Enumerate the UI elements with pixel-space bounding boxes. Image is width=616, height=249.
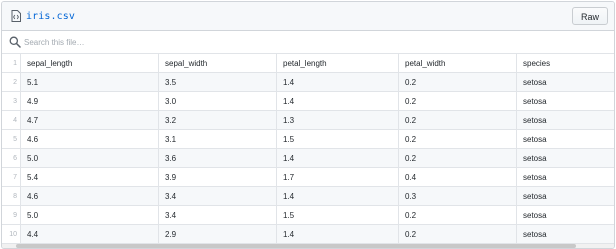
table-row: 10 4.4 2.9 1.4 0.2 setosa — [2, 224, 614, 244]
search-icon — [9, 36, 21, 48]
table-cell: 1.5 — [276, 129, 399, 149]
table-row: 7 5.4 3.9 1.7 0.4 setosa — [2, 167, 614, 187]
table-cell: setosa — [516, 224, 614, 244]
table-cell: 4.4 — [20, 224, 159, 244]
table-cell: setosa — [516, 148, 614, 168]
table-cell: 0.2 — [398, 91, 517, 111]
table-cell: 4.7 — [20, 110, 159, 130]
table-row: 2 5.1 3.5 1.4 0.2 setosa — [2, 72, 614, 92]
line-number[interactable]: 3 — [2, 91, 21, 111]
table-row: 5 4.6 3.1 1.5 0.2 setosa — [2, 129, 614, 149]
raw-button[interactable]: Raw — [571, 7, 608, 25]
table-cell: 0.2 — [398, 129, 517, 149]
table-cell: 3.1 — [158, 129, 277, 149]
line-number[interactable]: 1 — [2, 54, 21, 73]
table-cell: setosa — [516, 205, 614, 225]
line-number[interactable]: 10 — [2, 224, 21, 244]
table-cell: setosa — [516, 129, 614, 149]
table-cell: 3.5 — [158, 72, 277, 92]
column-header-sepal-length: sepal_length — [20, 54, 159, 73]
search-input[interactable] — [24, 37, 324, 47]
table-cell: 3.6 — [158, 148, 277, 168]
table-row: 8 4.6 3.4 1.4 0.3 setosa — [2, 186, 614, 206]
table-cell: 2.9 — [158, 224, 277, 244]
scrollbar-thumb[interactable] — [16, 244, 576, 248]
table-cell: setosa — [516, 167, 614, 187]
file-header: iris.csv Raw — [2, 2, 614, 31]
table-cell: 3.0 — [158, 91, 277, 111]
table-cell: 0.2 — [398, 72, 517, 92]
table-cell: 1.4 — [276, 148, 399, 168]
table-cell: setosa — [516, 91, 614, 111]
table-row: 9 5.0 3.4 1.5 0.2 setosa — [2, 205, 614, 225]
table-cell: 0.2 — [398, 110, 517, 130]
table-cell: setosa — [516, 186, 614, 206]
table-cell: 0.3 — [398, 186, 517, 206]
table-cell: setosa — [516, 110, 614, 130]
table-cell: 3.9 — [158, 167, 277, 187]
column-header-sepal-width: sepal_width — [158, 54, 277, 73]
table-cell: 0.2 — [398, 148, 517, 168]
file-viewer: iris.csv Raw 1 sepal_length sepal_width … — [1, 1, 615, 249]
table-cell: 4.9 — [20, 91, 159, 111]
table-cell: 1.7 — [276, 167, 399, 187]
line-number[interactable]: 4 — [2, 110, 21, 130]
table-cell: 1.4 — [276, 91, 399, 111]
table-row: 4 4.7 3.2 1.3 0.2 setosa — [2, 110, 614, 130]
line-number[interactable]: 5 — [2, 129, 21, 149]
line-number[interactable]: 8 — [2, 186, 21, 206]
table-cell: 4.6 — [20, 186, 159, 206]
file-name[interactable]: iris.csv — [26, 11, 75, 22]
file-code-icon — [11, 10, 21, 22]
column-header-petal-width: petal_width — [398, 54, 517, 73]
table-header-row: 1 sepal_length sepal_width petal_length … — [2, 54, 614, 73]
table-cell: 0.2 — [398, 205, 517, 225]
table-cell: 5.1 — [20, 72, 159, 92]
table-cell: 3.4 — [158, 205, 277, 225]
column-header-petal-length: petal_length — [276, 54, 399, 73]
line-number[interactable]: 2 — [2, 72, 21, 92]
table-cell: 3.4 — [158, 186, 277, 206]
table-cell: setosa — [516, 72, 614, 92]
table-cell: 5.4 — [20, 167, 159, 187]
table-cell: 0.2 — [398, 224, 517, 244]
table-cell: 1.3 — [276, 110, 399, 130]
search-bar — [2, 31, 614, 54]
table-cell: 4.6 — [20, 129, 159, 149]
table-row: 3 4.9 3.0 1.4 0.2 setosa — [2, 91, 614, 111]
table-cell: 1.4 — [276, 186, 399, 206]
table-cell: 1.4 — [276, 224, 399, 244]
line-number[interactable]: 9 — [2, 205, 21, 225]
horizontal-scrollbar[interactable] — [2, 244, 614, 248]
line-number[interactable]: 6 — [2, 148, 21, 168]
table-cell: 1.5 — [276, 205, 399, 225]
column-header-species: species — [516, 54, 614, 73]
table-cell: 3.2 — [158, 110, 277, 130]
table-row: 6 5.0 3.6 1.4 0.2 setosa — [2, 148, 614, 168]
table-cell: 0.4 — [398, 167, 517, 187]
table-cell: 5.0 — [20, 148, 159, 168]
table-cell: 5.0 — [20, 205, 159, 225]
line-number[interactable]: 7 — [2, 167, 21, 187]
csv-table: 1 sepal_length sepal_width petal_length … — [2, 54, 614, 244]
table-cell: 1.4 — [276, 72, 399, 92]
